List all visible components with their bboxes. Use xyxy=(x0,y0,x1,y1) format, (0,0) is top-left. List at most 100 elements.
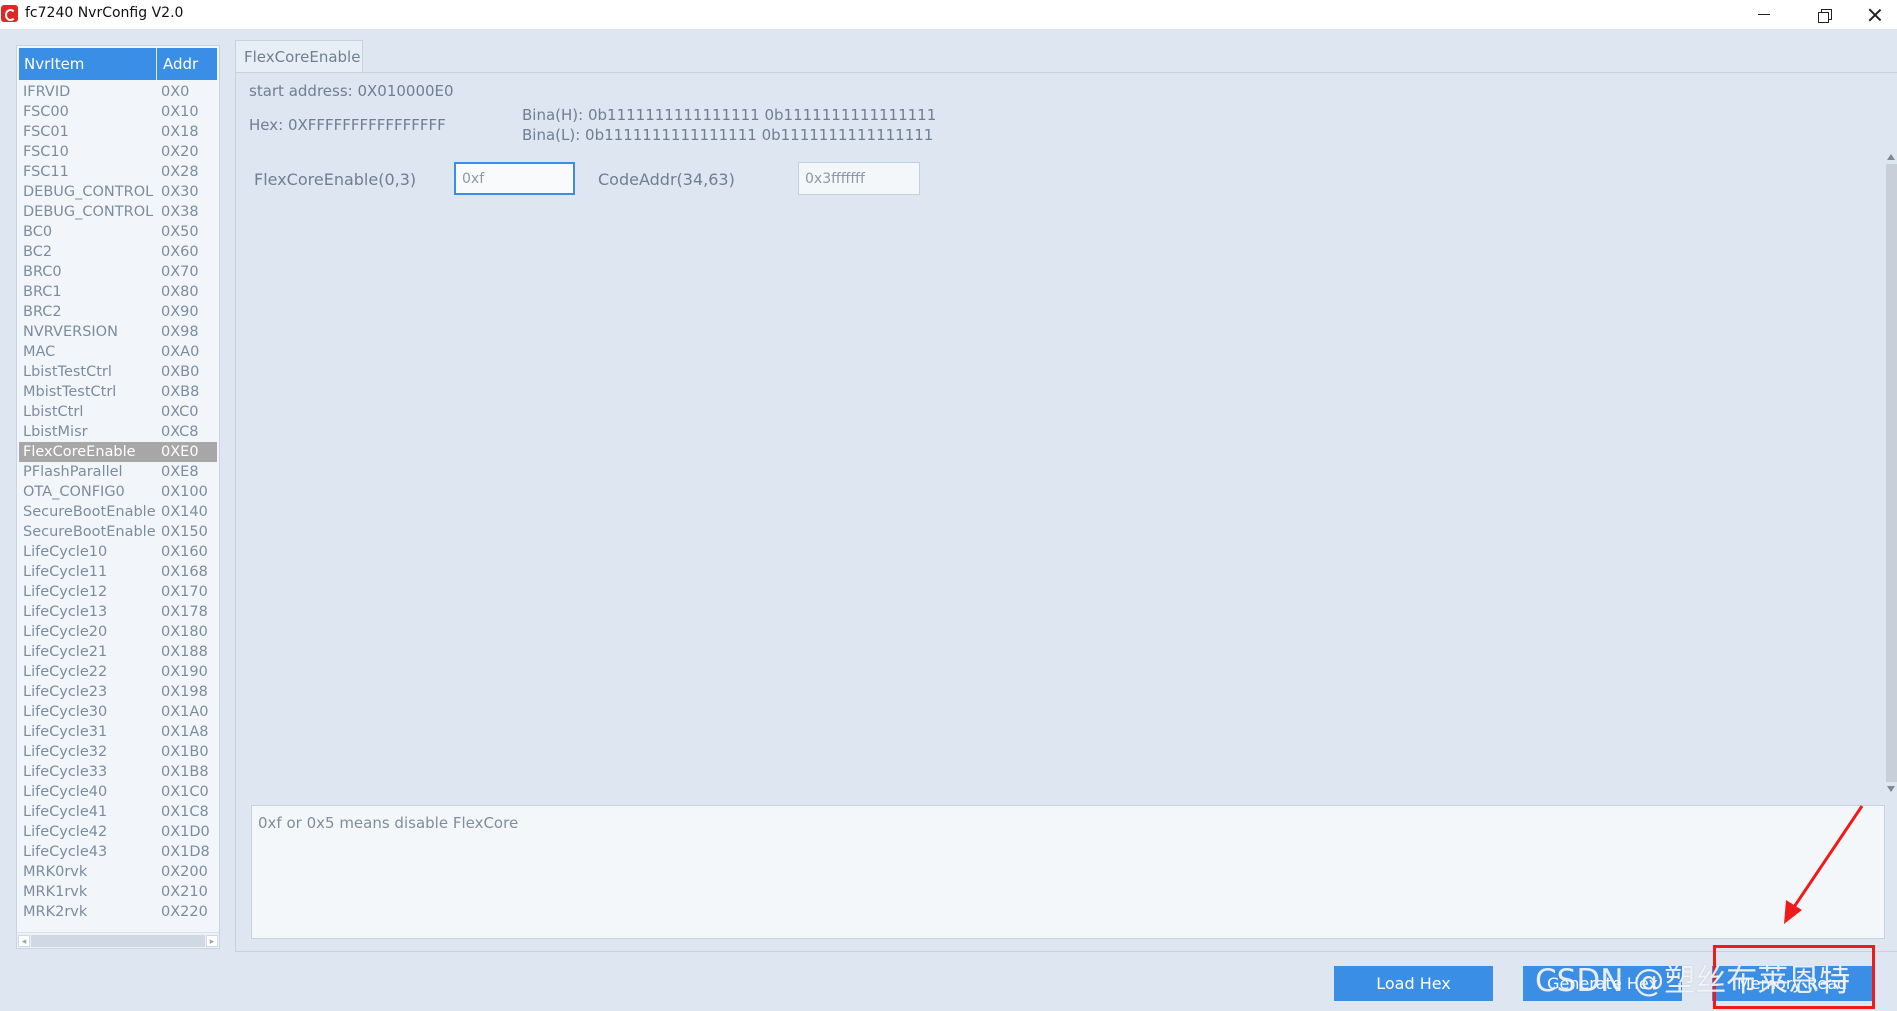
list-item-name: LifeCycle20 xyxy=(23,624,108,640)
list-item[interactable]: FlexCoreEnable 0XE0 xyxy=(19,442,217,462)
list-item[interactable]: DEBUG_CONTROL 0X30 xyxy=(19,182,217,202)
list-item-addr: 0X168 xyxy=(161,564,208,580)
list-item-name: LifeCycle10 xyxy=(23,544,108,560)
load-hex-button[interactable]: Load Hex xyxy=(1334,966,1493,1001)
list-item-name: DEBUG_CONTROL xyxy=(23,184,154,200)
list-item-name: PFlashParallel xyxy=(23,464,123,480)
list-item[interactable]: MAC 0XA0 xyxy=(19,342,217,362)
list-item[interactable]: LifeCycle30 0X1A0 xyxy=(19,702,217,722)
list-item[interactable]: DEBUG_CONTROL 0X38 xyxy=(19,202,217,222)
binary-low-text: Bina(L): 0b1111111111111111 0b1111111111… xyxy=(522,126,934,144)
list-item[interactable]: LifeCycle41 0X1C8 xyxy=(19,802,217,822)
list-item[interactable]: SecureBootEnable 0X150 xyxy=(19,522,217,542)
list-item[interactable]: FSC10 0X20 xyxy=(19,142,217,162)
list-item-name: BRC2 xyxy=(23,304,62,320)
flexcoreenable-input[interactable] xyxy=(454,162,575,195)
list-item[interactable]: SecureBootEnable 0X140 xyxy=(19,502,217,522)
list-item-name: LifeCycle12 xyxy=(23,584,108,600)
scrollbar-thumb[interactable] xyxy=(31,935,205,947)
flexcoreenable-label: FlexCoreEnable(0,3) xyxy=(254,170,417,189)
list-item[interactable]: LifeCycle10 0X160 xyxy=(19,542,217,562)
list-item-name: LifeCycle40 xyxy=(23,784,108,800)
list-item[interactable]: LbistCtrl 0XC0 xyxy=(19,402,217,422)
list-item[interactable]: LifeCycle43 0X1D8 xyxy=(19,842,217,862)
minimize-icon[interactable] xyxy=(1735,0,1795,29)
list-item[interactable]: MRK2rvk 0X220 xyxy=(19,902,217,922)
codeaddr-input[interactable] xyxy=(798,162,920,195)
scroll-left-icon[interactable]: ◂ xyxy=(18,935,30,947)
scroll-up-icon[interactable] xyxy=(1887,154,1895,160)
list-item-addr: 0X80 xyxy=(161,284,199,300)
list-item[interactable]: FSC11 0X28 xyxy=(19,162,217,182)
list-item-name: LifeCycle43 xyxy=(23,844,108,860)
nvr-item-list[interactable]: NvrItem Addr IFRVID 0X0 FSC00 0X10 FSC01 0X18… xyxy=(16,45,220,949)
list-item[interactable]: BC2 0X60 xyxy=(19,242,217,262)
horizontal-scrollbar[interactable]: ◂ ▸ xyxy=(17,932,219,948)
title-bar: fc7240 NvrConfig V2.0 xyxy=(0,0,1897,29)
list-item-addr: 0X1A0 xyxy=(161,704,209,720)
list-item[interactable]: BC0 0X50 xyxy=(19,222,217,242)
list-item-name: LbistCtrl xyxy=(23,404,84,420)
list-item-name: MbistTestCtrl xyxy=(23,384,117,400)
tab-flexcoreenable[interactable]: FlexCoreEnable xyxy=(235,40,363,73)
list-item[interactable]: BRC2 0X90 xyxy=(19,302,217,322)
list-item[interactable]: LifeCycle20 0X180 xyxy=(19,622,217,642)
scrollbar-track[interactable] xyxy=(1886,164,1897,782)
list-item[interactable]: MbistTestCtrl 0XB8 xyxy=(19,382,217,402)
vertical-scrollbar[interactable] xyxy=(1886,152,1897,794)
list-item-name: LifeCycle31 xyxy=(23,724,108,740)
list-item[interactable]: LbistTestCtrl 0XB0 xyxy=(19,362,217,382)
list-item[interactable]: BRC0 0X70 xyxy=(19,262,217,282)
list-item-addr: 0XA0 xyxy=(161,344,200,360)
column-header-nvritem[interactable]: NvrItem xyxy=(19,48,157,80)
list-item-name: BRC1 xyxy=(23,284,62,300)
list-item-addr: 0X30 xyxy=(161,184,199,200)
list-item-addr: 0XB8 xyxy=(161,384,200,400)
list-item[interactable]: LifeCycle21 0X188 xyxy=(19,642,217,662)
list-item[interactable]: LifeCycle13 0X178 xyxy=(19,602,217,622)
list-item[interactable]: PFlashParallel 0XE8 xyxy=(19,462,217,482)
list-item[interactable]: LifeCycle11 0X168 xyxy=(19,562,217,582)
app-logo-icon xyxy=(1,5,18,22)
list-item-addr: 0X38 xyxy=(161,204,199,220)
list-item-addr: 0X10 xyxy=(161,104,199,120)
list-item[interactable]: LbistMisr 0XC8 xyxy=(19,422,217,442)
list-item-addr: 0X50 xyxy=(161,224,199,240)
start-address-text: start address: 0X010000E0 xyxy=(249,82,454,100)
list-item-addr: 0X200 xyxy=(161,864,208,880)
list-item[interactable]: LifeCycle22 0X190 xyxy=(19,662,217,682)
description-box: 0xf or 0x5 means disable FlexCore xyxy=(251,805,1885,939)
list-item-name: LifeCycle13 xyxy=(23,604,108,620)
list-item[interactable]: FSC00 0X10 xyxy=(19,102,217,122)
list-item[interactable]: OTA_CONFIG0 0X100 xyxy=(19,482,217,502)
annotation-arrow-icon xyxy=(1784,805,1864,924)
scroll-right-icon[interactable]: ▸ xyxy=(206,935,218,947)
list-item[interactable]: LifeCycle42 0X1D0 xyxy=(19,822,217,842)
list-item[interactable]: LifeCycle33 0X1B8 xyxy=(19,762,217,782)
list-item-addr: 0X98 xyxy=(161,324,199,340)
list-item[interactable]: LifeCycle31 0X1A8 xyxy=(19,722,217,742)
list-item[interactable]: LifeCycle23 0X198 xyxy=(19,682,217,702)
list-item[interactable]: LifeCycle40 0X1C0 xyxy=(19,782,217,802)
list-item-name: OTA_CONFIG0 xyxy=(23,484,125,500)
list-item-addr: 0X20 xyxy=(161,144,199,160)
list-item[interactable]: LifeCycle32 0X1B0 xyxy=(19,742,217,762)
scroll-down-icon[interactable] xyxy=(1887,786,1895,792)
list-item[interactable]: MRK1rvk 0X210 xyxy=(19,882,217,902)
close-icon[interactable] xyxy=(1845,0,1897,29)
list-item-addr: 0X60 xyxy=(161,244,199,260)
list-item[interactable]: MRK0rvk 0X200 xyxy=(19,862,217,882)
list-item-name: LifeCycle30 xyxy=(23,704,108,720)
list-item-addr: 0X90 xyxy=(161,304,199,320)
list-item-name: BC0 xyxy=(23,224,53,240)
list-item[interactable]: BRC1 0X80 xyxy=(19,282,217,302)
list-item-name: LbistTestCtrl xyxy=(23,364,112,380)
window-title: fc7240 NvrConfig V2.0 xyxy=(25,5,184,21)
column-header-addr[interactable]: Addr xyxy=(157,48,217,80)
watermark: CSDN @塑丝布莱恩特 xyxy=(1535,963,1851,999)
list-item[interactable]: FSC01 0X18 xyxy=(19,122,217,142)
list-item[interactable]: IFRVID 0X0 xyxy=(19,82,217,102)
list-item[interactable]: LifeCycle12 0X170 xyxy=(19,582,217,602)
list-item-addr: 0X1B8 xyxy=(161,764,209,780)
list-item[interactable]: NVRVERSION 0X98 xyxy=(19,322,217,342)
